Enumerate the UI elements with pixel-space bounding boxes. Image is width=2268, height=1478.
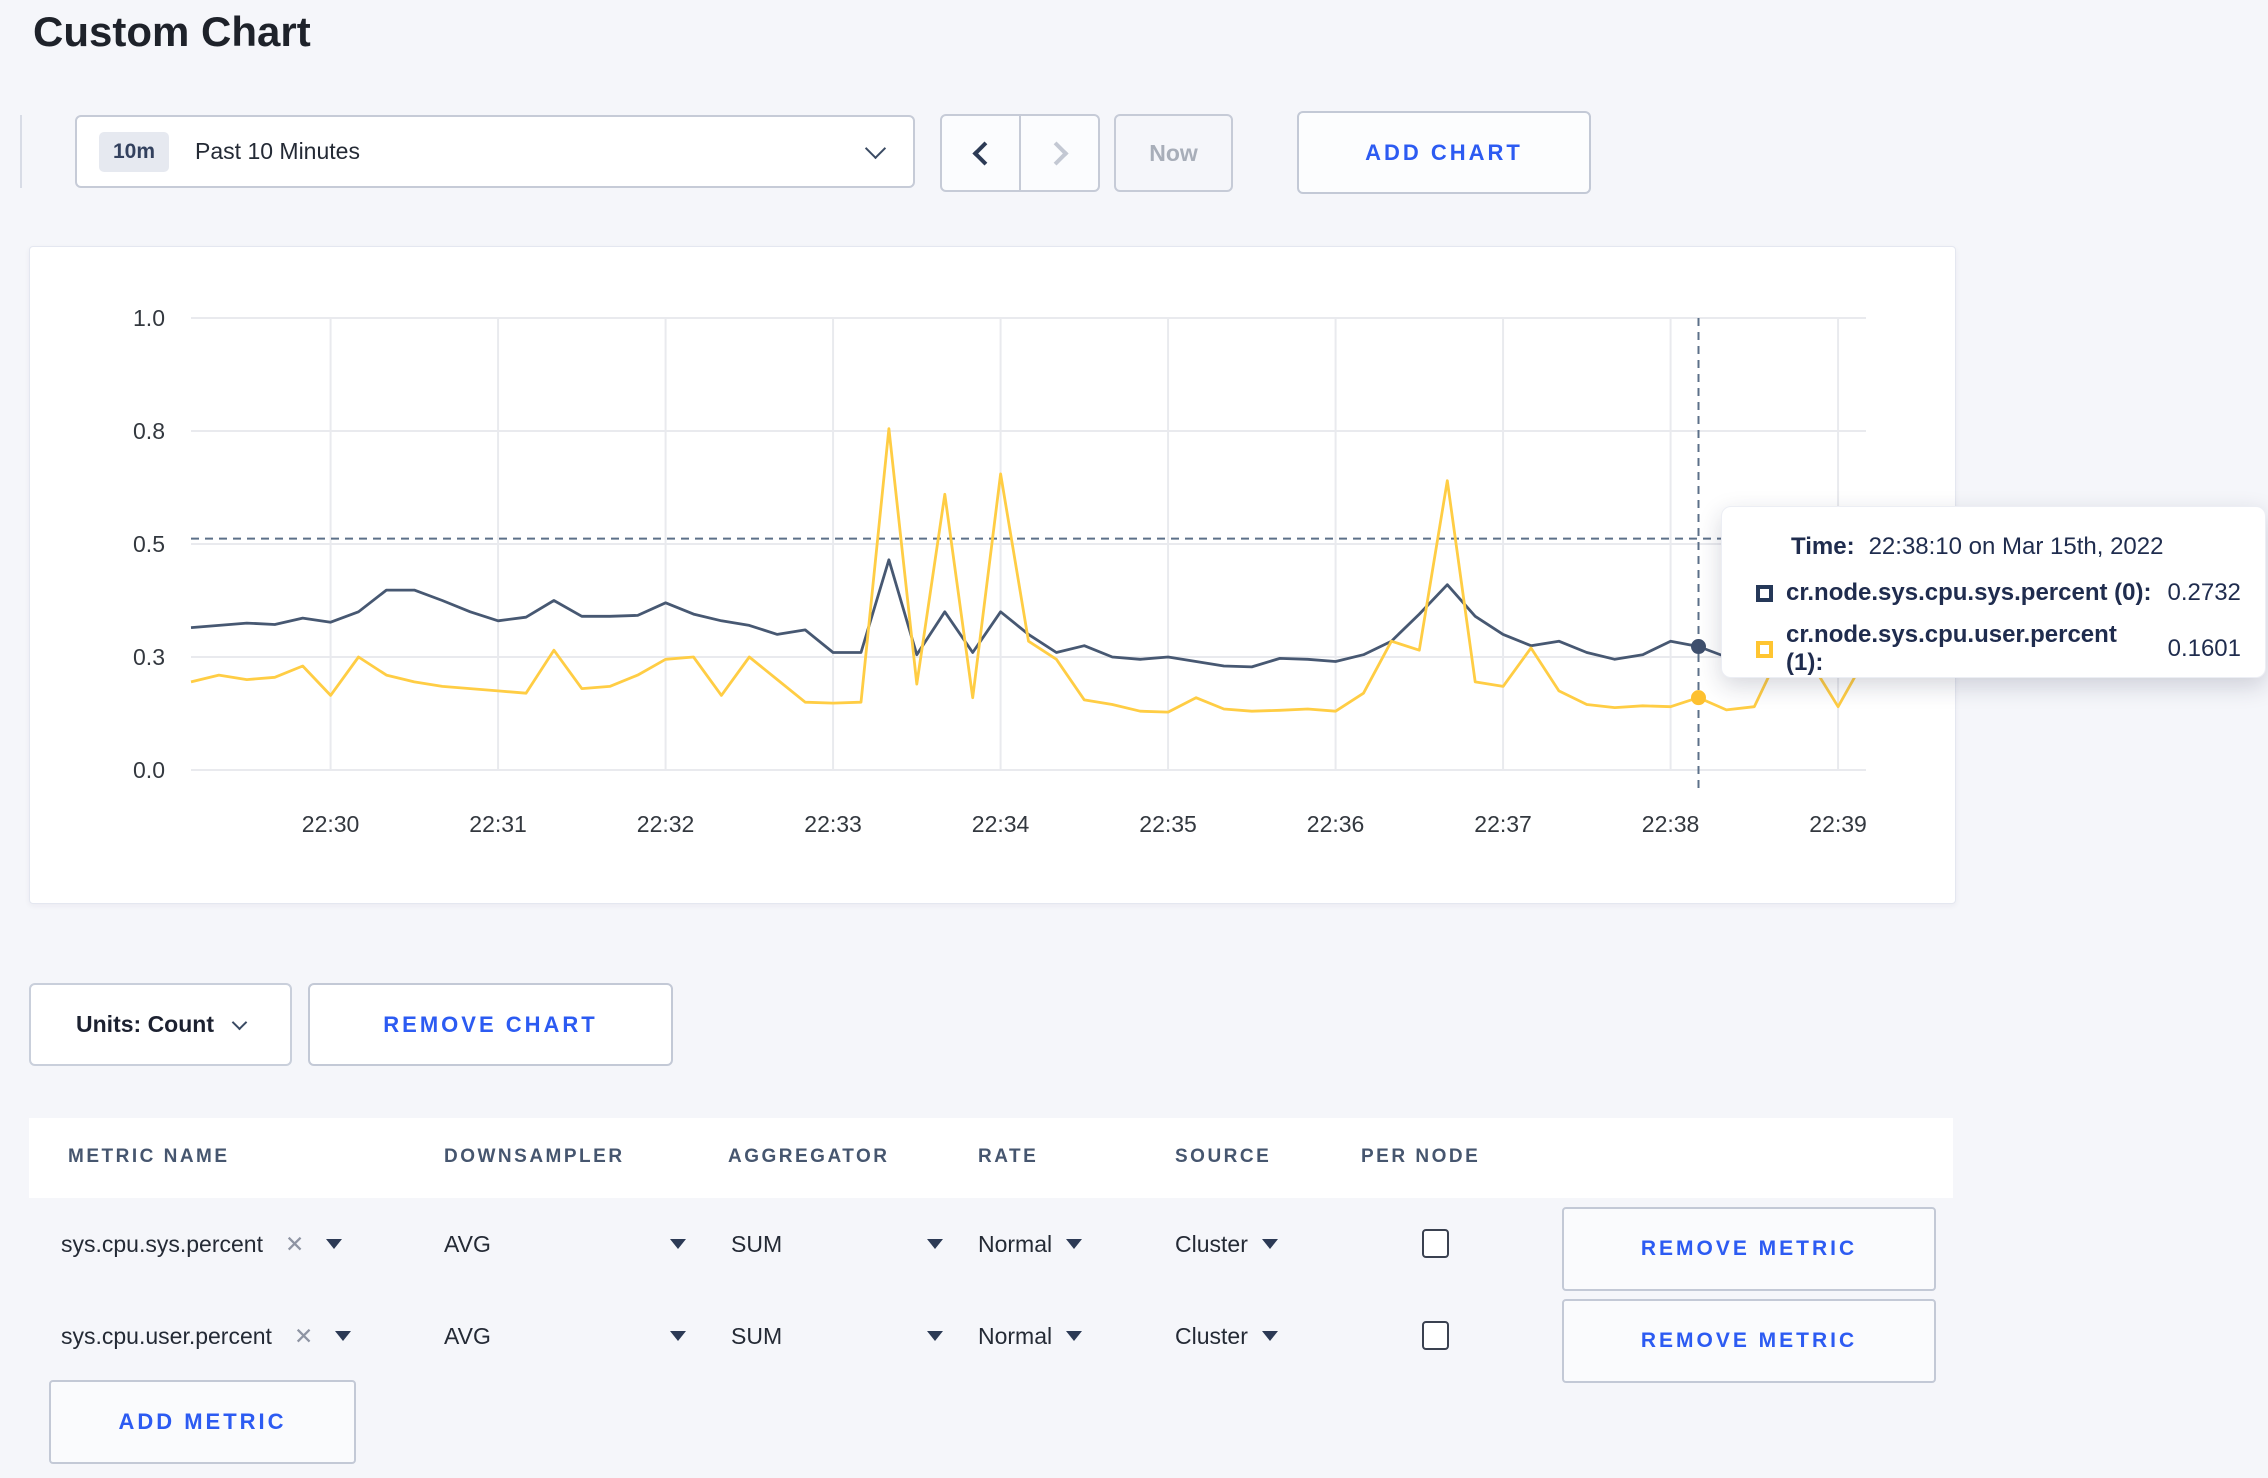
aggregator-value: SUM [731, 1322, 783, 1349]
svg-text:22:35: 22:35 [1139, 811, 1197, 837]
svg-text:22:39: 22:39 [1809, 811, 1867, 837]
clear-metric-icon[interactable]: ✕ [294, 1323, 313, 1350]
caret-down-icon [1261, 1239, 1278, 1249]
metrics-table-header: METRIC NAME DOWNSAMPLER AGGREGATOR RATE … [29, 1118, 1953, 1198]
col-header-downsampler: DOWNSAMPLER [444, 1146, 625, 1167]
svg-text:22:37: 22:37 [1474, 811, 1532, 837]
svg-text:22:38: 22:38 [1642, 811, 1700, 837]
chart-card: 1.0 0.8 0.5 0.3 0.0 22:30 22:31 22:32 22:33 22:34… [29, 246, 1956, 904]
table-row: sys.cpu.sys.percent ✕ AVG SUM Normal Clu… [29, 1198, 1953, 1291]
downsampler-value: AVG [444, 1230, 491, 1257]
svg-text:22:32: 22:32 [637, 811, 695, 837]
col-header-rate: RATE [978, 1146, 1039, 1167]
units-label: Units: Count [76, 1011, 214, 1037]
sys-series-swatch-icon [1756, 584, 1773, 602]
time-range-label: Past 10 Minutes [195, 138, 360, 164]
svg-text:1.0: 1.0 [133, 305, 165, 331]
caret-down-icon [1261, 1331, 1278, 1341]
source-select[interactable]: Cluster [1175, 1198, 1278, 1290]
caret-down-icon [1066, 1331, 1083, 1341]
col-header-aggregator: AGGREGATOR [728, 1146, 890, 1167]
units-dropdown[interactable]: Units: Count [29, 983, 292, 1066]
remove-metric-button[interactable]: REMOVE METRIC [1562, 1207, 1936, 1291]
chevron-right-icon [1043, 140, 1069, 166]
timeseries-chart[interactable]: 1.0 0.8 0.5 0.3 0.0 22:30 22:31 22:32 22:33 22:34… [30, 247, 1957, 905]
tooltip-series-row: cr.node.sys.cpu.user.percent (1): 0.1601 [1756, 621, 2241, 677]
tooltip-series-name: cr.node.sys.cpu.sys.percent (0): [1786, 579, 2152, 606]
tooltip-time-label: Time: [1791, 533, 1855, 560]
time-pager [940, 114, 1100, 192]
svg-text:22:33: 22:33 [804, 811, 862, 837]
caret-down-icon [927, 1239, 943, 1249]
metric-name-value: sys.cpu.sys.percent [61, 1230, 263, 1257]
caret-down-icon [1066, 1239, 1083, 1249]
clear-metric-icon[interactable]: ✕ [285, 1231, 304, 1258]
rate-value: Normal [978, 1230, 1053, 1257]
caret-down-icon [927, 1331, 943, 1341]
chevron-left-icon [971, 140, 997, 166]
rate-select[interactable]: Normal [978, 1198, 1083, 1290]
source-value: Cluster [1175, 1322, 1248, 1349]
now-button[interactable]: Now [1114, 114, 1233, 192]
page-title: Custom Chart [33, 8, 311, 55]
tooltip-time-value: 22:38:10 on Mar 15th, 2022 [1868, 533, 2164, 560]
remove-chart-button[interactable]: REMOVE CHART [308, 983, 673, 1066]
col-header-source: SOURCE [1175, 1146, 1272, 1167]
user-series-swatch-icon [1756, 640, 1773, 658]
aggregator-value: SUM [731, 1230, 783, 1257]
next-time-button[interactable] [1021, 116, 1098, 190]
chart-tooltip: Time: 22:38:10 on Mar 15th, 2022 cr.node.… [1721, 506, 2266, 678]
aggregator-select[interactable]: SUM [731, 1290, 943, 1382]
aggregator-select[interactable]: SUM [731, 1198, 943, 1290]
tooltip-series-row: cr.node.sys.cpu.sys.percent (0): 0.2732 [1756, 579, 2241, 607]
time-range-badge: 10m [99, 131, 170, 172]
tooltip-series-value: 0.1601 [2167, 635, 2241, 662]
svg-text:0.5: 0.5 [133, 531, 165, 557]
add-chart-button[interactable]: ADD CHART [1297, 111, 1591, 194]
per-node-checkbox[interactable] [1422, 1321, 1449, 1350]
col-header-per-node: PER NODE [1361, 1146, 1481, 1167]
tooltip-time-row: Time: 22:38:10 on Mar 15th, 2022 [1756, 533, 2241, 561]
chevron-down-icon [231, 1014, 248, 1030]
remove-metric-button[interactable]: REMOVE METRIC [1562, 1299, 1936, 1383]
downsampler-value: AVG [444, 1322, 491, 1349]
custom-chart-page: Custom Chart 10m Past 10 Minutes Now ADD… [0, 0, 2268, 1478]
table-row: sys.cpu.user.percent ✕ AVG SUM Normal Cl… [29, 1290, 1953, 1383]
svg-text:0.3: 0.3 [133, 644, 165, 670]
caret-down-icon [335, 1331, 352, 1341]
metric-name-select[interactable]: sys.cpu.user.percent ✕ [61, 1290, 421, 1382]
tooltip-series-value: 0.2732 [2167, 579, 2241, 606]
rate-select[interactable]: Normal [978, 1290, 1083, 1382]
source-value: Cluster [1175, 1230, 1248, 1257]
svg-text:22:36: 22:36 [1307, 811, 1365, 837]
tooltip-series-name: cr.node.sys.cpu.user.percent (1): [1786, 621, 2117, 676]
per-node-checkbox[interactable] [1422, 1229, 1449, 1258]
downsampler-select[interactable]: AVG [444, 1290, 686, 1382]
svg-text:22:34: 22:34 [972, 811, 1030, 837]
col-header-metric-name: METRIC NAME [68, 1146, 230, 1167]
caret-down-icon [326, 1239, 343, 1249]
toolbar-divider [20, 115, 22, 188]
svg-text:22:31: 22:31 [469, 811, 527, 837]
chevron-down-icon [864, 137, 887, 159]
caret-down-icon [670, 1331, 686, 1341]
svg-text:22:30: 22:30 [302, 811, 360, 837]
svg-text:0.0: 0.0 [133, 757, 165, 783]
time-range-dropdown[interactable]: 10m Past 10 Minutes [75, 115, 915, 188]
source-select[interactable]: Cluster [1175, 1290, 1278, 1382]
downsampler-select[interactable]: AVG [444, 1198, 686, 1290]
svg-text:0.8: 0.8 [133, 418, 165, 444]
rate-value: Normal [978, 1322, 1053, 1349]
metric-name-value: sys.cpu.user.percent [61, 1322, 272, 1349]
prev-time-button[interactable] [942, 116, 1021, 190]
metric-name-select[interactable]: sys.cpu.sys.percent ✕ [61, 1198, 421, 1290]
caret-down-icon [670, 1239, 686, 1249]
add-metric-button[interactable]: ADD METRIC [49, 1380, 356, 1464]
